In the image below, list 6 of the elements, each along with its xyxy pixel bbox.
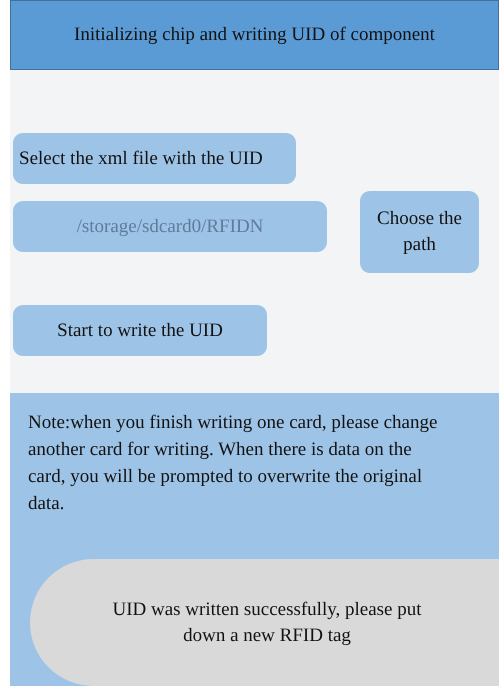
select-file-button[interactable]: Select the xml file with the UID	[13, 133, 296, 184]
toast-text: UID was written successfully, please put down a new RFID tag	[111, 598, 423, 648]
app-header: Initializing chip and writing UID of component	[10, 0, 499, 70]
start-write-button[interactable]: Start to write the UID	[13, 305, 267, 356]
choose-path-button[interactable]: Choose the path	[360, 191, 479, 274]
note-text: Note:when you finish writing one card, please change another card for writing. When there is data on the card, you will be prompted to overwrite the original data.	[28, 411, 438, 516]
